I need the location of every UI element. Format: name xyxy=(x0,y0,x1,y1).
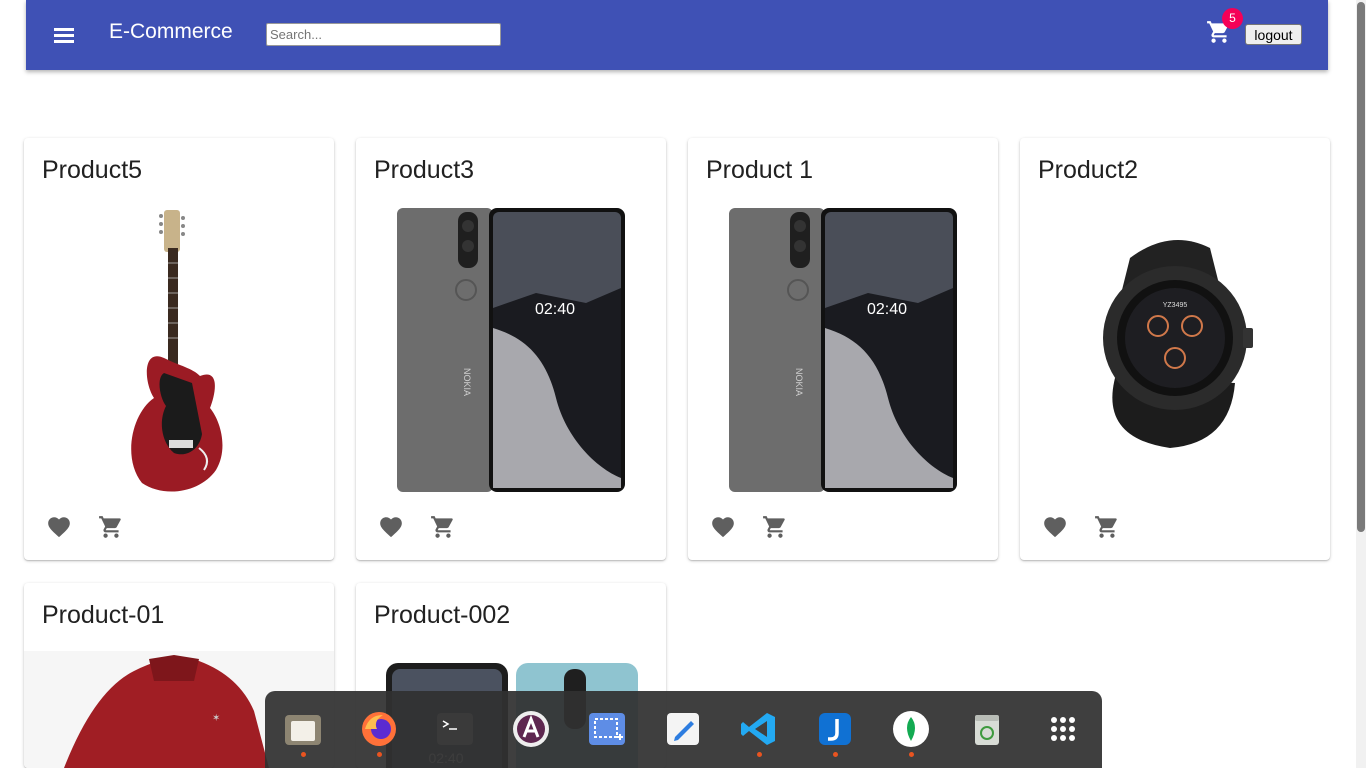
app-grid-icon[interactable] xyxy=(1043,709,1083,749)
product-title: Product5 xyxy=(42,156,143,184)
product-card[interactable]: Product3 NOKIA 02:40 xyxy=(356,138,666,560)
product-title: Product-002 xyxy=(374,601,511,629)
product-title: Product3 xyxy=(374,156,475,184)
terminal-icon[interactable] xyxy=(435,709,475,749)
add-to-cart-icon[interactable] xyxy=(98,514,124,540)
running-indicator xyxy=(757,752,762,757)
svg-text:✶: ✶ xyxy=(212,713,220,724)
product-image: YZ3495 xyxy=(1020,208,1330,492)
running-indicator xyxy=(301,752,306,757)
joplin-icon[interactable] xyxy=(815,709,855,749)
firefox-icon[interactable] xyxy=(359,709,399,749)
favorite-icon[interactable] xyxy=(710,514,736,540)
add-to-cart-icon[interactable] xyxy=(1094,514,1120,540)
favorite-icon[interactable] xyxy=(378,514,404,540)
running-indicator xyxy=(909,752,914,757)
screenshot-icon[interactable] xyxy=(587,709,627,749)
cart-count-badge: 5 xyxy=(1222,8,1243,29)
favorite-icon[interactable] xyxy=(1042,514,1068,540)
app-center-icon[interactable] xyxy=(511,709,551,749)
taskbar-dock xyxy=(265,691,1102,768)
trash-icon[interactable] xyxy=(967,709,1007,749)
product-card[interactable]: Product 1 NOKIA 02:40 xyxy=(688,138,998,560)
favorite-icon[interactable] xyxy=(46,514,72,540)
product-card[interactable]: Product2 YZ3495 xyxy=(1020,138,1330,560)
running-indicator xyxy=(377,752,382,757)
svg-text:NOKIA: NOKIA xyxy=(462,368,472,396)
product-image: NOKIA 02:40 xyxy=(356,208,666,492)
product-image: NOKIA 02:40 xyxy=(688,208,998,492)
app-bar: E-Commerce 5 logout xyxy=(26,0,1328,70)
svg-text:NOKIA: NOKIA xyxy=(794,368,804,396)
app-title: E-Commerce xyxy=(109,20,233,43)
product-card[interactable]: Product5 xyxy=(24,138,334,560)
vscode-icon[interactable] xyxy=(739,709,779,749)
text-editor-icon[interactable] xyxy=(663,709,703,749)
scrollbar-thumb[interactable] xyxy=(1357,2,1365,532)
product-title: Product2 xyxy=(1038,156,1139,184)
product-title: Product-01 xyxy=(42,601,165,629)
add-to-cart-icon[interactable] xyxy=(430,514,456,540)
search-input[interactable] xyxy=(266,23,501,46)
product-image xyxy=(24,208,334,492)
add-to-cart-icon[interactable] xyxy=(762,514,788,540)
page-scrollbar[interactable] xyxy=(1356,0,1366,768)
menu-icon[interactable] xyxy=(52,24,78,46)
files-icon[interactable] xyxy=(283,709,323,749)
svg-text:02:40: 02:40 xyxy=(867,301,907,318)
running-indicator xyxy=(833,752,838,757)
logout-button[interactable]: logout xyxy=(1245,24,1302,45)
product-title: Product 1 xyxy=(706,156,814,184)
svg-text:YZ3495: YZ3495 xyxy=(1163,302,1188,309)
svg-text:02:40: 02:40 xyxy=(535,301,575,318)
mongodb-compass-icon[interactable] xyxy=(891,709,931,749)
